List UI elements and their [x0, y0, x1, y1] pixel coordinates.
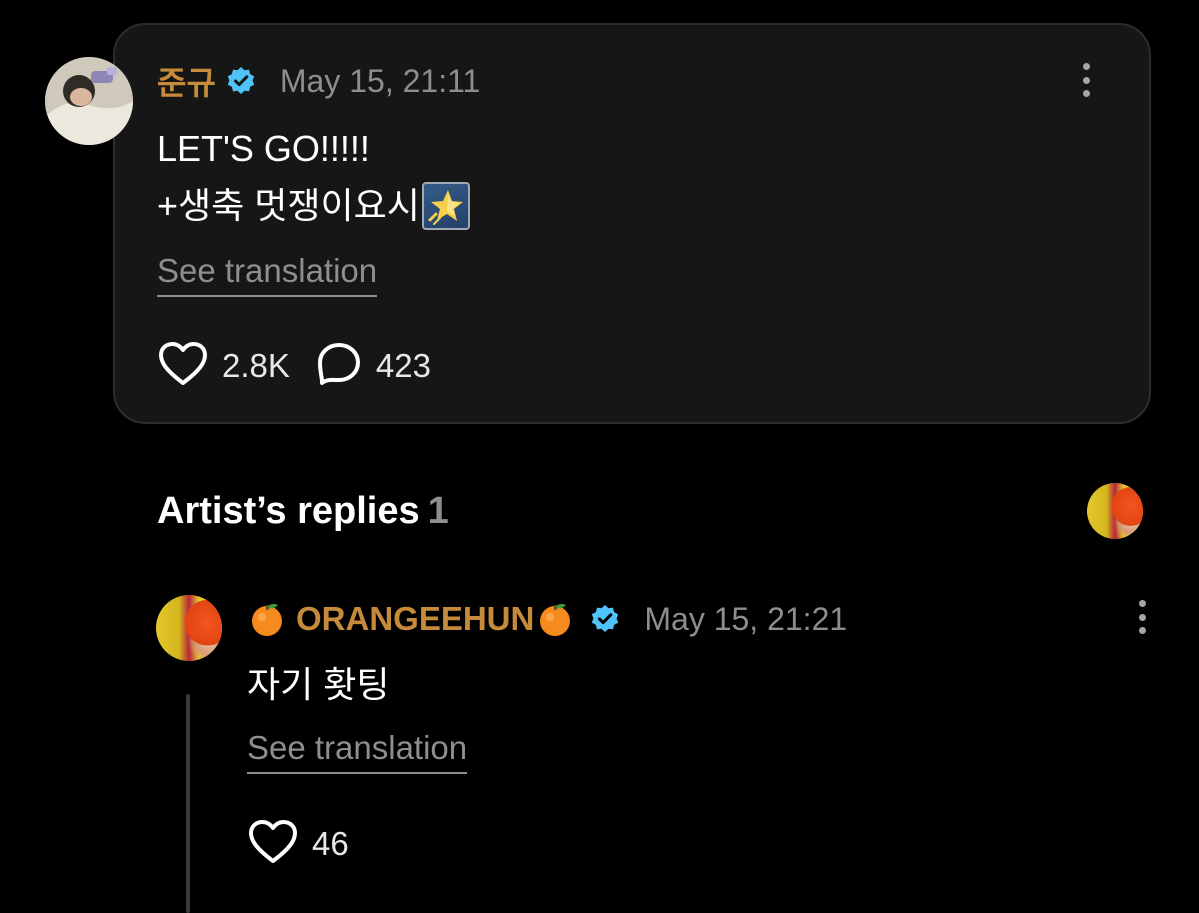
post-like-count: 2.8K [222, 347, 290, 384]
comment-icon[interactable] [316, 341, 362, 392]
reply-actions: 46 [248, 819, 349, 869]
post-body-text: +생축 멋쟁이요시 [157, 185, 420, 226]
post-timestamp: May 15, 21:11 [279, 62, 481, 99]
post-more-options-icon[interactable] [1083, 63, 1091, 97]
orange-icon [536, 600, 574, 638]
post-body: LET'S GO!!!!! +생축 멋쟁이요시 [157, 120, 470, 234]
orange-icon [248, 600, 286, 638]
glowing-star-icon [421, 181, 470, 230]
artist-replies-count: 1 [427, 490, 449, 532]
post-author-name[interactable]: 준규 [157, 58, 216, 104]
post-header: 준규 May 15, 21:11 [157, 58, 480, 104]
post-author-avatar[interactable] [45, 57, 133, 145]
reply-header: ORANGEEHUN May 15, 21:21 [248, 596, 847, 642]
post-body-line-with-emoji: +생축 멋쟁이요시 [157, 177, 470, 234]
reply-author-name[interactable]: ORANGEEHUN [296, 600, 534, 638]
reply-author-avatar[interactable] [156, 595, 222, 661]
verified-badge-icon [590, 604, 620, 634]
reply-body: 자기 홧팅 [247, 664, 390, 705]
post-actions: 2.8K 423 [158, 341, 431, 391]
reply-like-count: 46 [312, 825, 349, 862]
heart-icon[interactable] [248, 819, 298, 870]
verified-badge-icon [226, 66, 256, 96]
post-comment-count: 423 [375, 347, 431, 384]
artist-replies-header: Artist’s replies 1 [157, 488, 449, 534]
heart-icon[interactable] [158, 341, 208, 392]
artist-replies-title: Artist’s replies [157, 490, 420, 532]
reply-thread-line [186, 694, 190, 913]
post-see-translation-link[interactable]: See translation [157, 251, 378, 297]
reply-see-translation-link[interactable]: See translation [247, 728, 468, 774]
artist-avatar-small[interactable] [1087, 483, 1143, 539]
post-body-line: LET'S GO!!!!! [157, 128, 370, 169]
reply-more-options-icon[interactable] [1139, 600, 1147, 634]
reply-timestamp: May 15, 21:21 [644, 600, 848, 637]
